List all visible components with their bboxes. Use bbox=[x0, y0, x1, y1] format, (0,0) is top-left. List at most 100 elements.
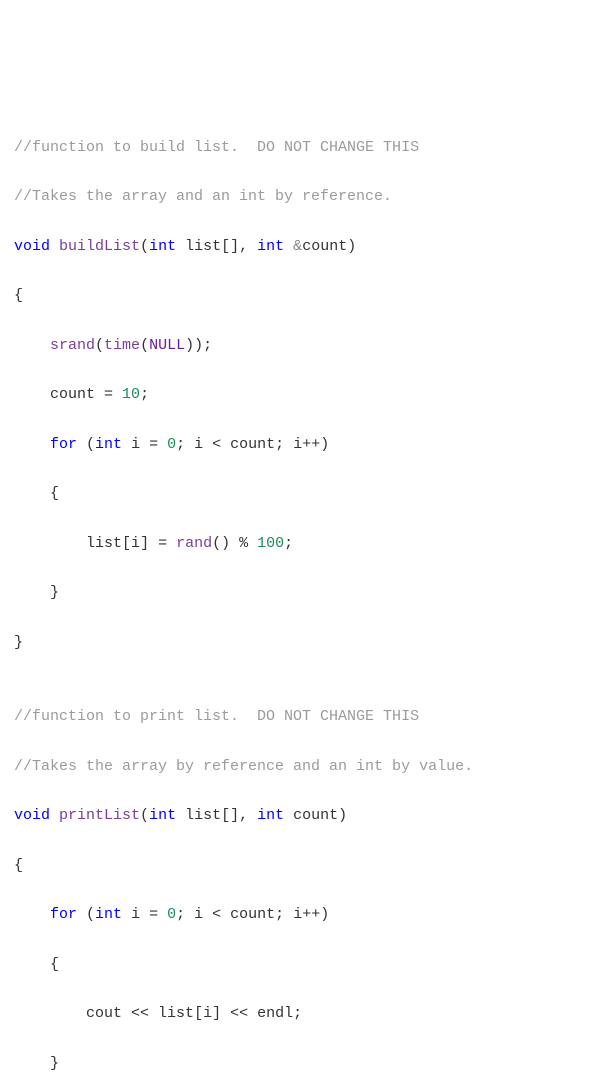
semicolon: ; bbox=[140, 386, 149, 403]
brace-open: { bbox=[50, 956, 59, 973]
keyword-for: for bbox=[50, 436, 77, 453]
semicolon: ; bbox=[203, 337, 212, 354]
number-literal: 0 bbox=[167, 436, 176, 453]
modulo: % bbox=[230, 535, 257, 552]
code-line-brace: { bbox=[14, 854, 596, 879]
increment: i++ bbox=[293, 906, 320, 923]
paren-open: ( bbox=[77, 906, 95, 923]
semicolon: ; bbox=[176, 436, 194, 453]
code-line-brace: { bbox=[14, 953, 596, 978]
paren-close: ) bbox=[347, 238, 356, 255]
indent bbox=[14, 436, 50, 453]
indent bbox=[14, 337, 50, 354]
code-line-signature: void printList(int list[], int count) bbox=[14, 804, 596, 829]
paren-close: ) bbox=[320, 906, 329, 923]
type-int: int bbox=[149, 807, 176, 824]
brace-open: { bbox=[14, 287, 23, 304]
code-line-assign: count = 10; bbox=[14, 383, 596, 408]
bracket-close: ] bbox=[212, 1005, 221, 1022]
var-i: i bbox=[122, 436, 149, 453]
type-int: int bbox=[95, 436, 122, 453]
less-than: < bbox=[212, 906, 221, 923]
brace-close: } bbox=[50, 584, 59, 601]
code-line-cout: cout << list[i] << endl; bbox=[14, 1002, 596, 1027]
brace-open: { bbox=[14, 857, 23, 874]
param-name: count bbox=[302, 238, 347, 255]
null-literal: NULL bbox=[149, 337, 185, 354]
brace-open: { bbox=[50, 485, 59, 502]
indent bbox=[14, 535, 86, 552]
identifier: count bbox=[221, 436, 275, 453]
indent bbox=[14, 1005, 86, 1022]
brackets: [] bbox=[221, 807, 239, 824]
cout: cout bbox=[86, 1005, 122, 1022]
semicolon: ; bbox=[275, 906, 293, 923]
indent bbox=[14, 584, 50, 601]
parens: () bbox=[212, 535, 230, 552]
code-line-brace: } bbox=[14, 631, 596, 656]
equals: = bbox=[149, 436, 167, 453]
brackets: [] bbox=[221, 238, 239, 255]
keyword-void: void bbox=[14, 238, 50, 255]
paren-close: ) bbox=[320, 436, 329, 453]
code-line-comment: //function to build list. DO NOT CHANGE … bbox=[14, 136, 596, 161]
param-name: count bbox=[284, 807, 338, 824]
type-int: int bbox=[95, 906, 122, 923]
bracket-close: ] bbox=[140, 535, 149, 552]
paren-open: ( bbox=[95, 337, 104, 354]
code-line-srand: srand(time(NULL)); bbox=[14, 334, 596, 359]
code-line-for: for (int i = 0; i < count; i++) bbox=[14, 433, 596, 458]
code-block: //function to build list. DO NOT CHANGE … bbox=[14, 111, 596, 1088]
code-line-signature: void buildList(int list[], int &count) bbox=[14, 235, 596, 260]
identifier: count bbox=[221, 906, 275, 923]
indent bbox=[14, 906, 50, 923]
comment-text: //function to print list. DO NOT CHANGE … bbox=[14, 708, 419, 725]
equals: = bbox=[149, 535, 176, 552]
equals: = bbox=[95, 386, 122, 403]
identifier: count bbox=[50, 386, 95, 403]
code-line-for: for (int i = 0; i < count; i++) bbox=[14, 903, 596, 928]
brace-close: } bbox=[50, 1055, 59, 1072]
increment: i++ bbox=[293, 436, 320, 453]
keyword-void: void bbox=[14, 807, 50, 824]
call-time: time bbox=[104, 337, 140, 354]
param-name: list bbox=[185, 238, 221, 255]
endl: endl bbox=[257, 1005, 293, 1022]
array-name: list bbox=[158, 1005, 194, 1022]
bracket-open: [ bbox=[194, 1005, 203, 1022]
var-i: i bbox=[122, 906, 149, 923]
paren-close: ) bbox=[338, 807, 347, 824]
paren-open: ( bbox=[140, 238, 149, 255]
type-int: int bbox=[257, 238, 284, 255]
var-i: i bbox=[194, 906, 212, 923]
type-int: int bbox=[257, 807, 284, 824]
code-line-brace: { bbox=[14, 482, 596, 507]
indent bbox=[14, 956, 50, 973]
code-line-brace: { bbox=[14, 284, 596, 309]
code-line-comment: //Takes the array and an int by referenc… bbox=[14, 185, 596, 210]
code-line-brace: } bbox=[14, 581, 596, 606]
stream-op: << bbox=[221, 1005, 257, 1022]
indent bbox=[14, 485, 50, 502]
function-name: printList bbox=[59, 807, 140, 824]
paren-open: ( bbox=[77, 436, 95, 453]
semicolon: ; bbox=[275, 436, 293, 453]
paren-close: ) bbox=[194, 337, 203, 354]
keyword-for: for bbox=[50, 906, 77, 923]
indent bbox=[14, 1055, 50, 1072]
number-literal: 100 bbox=[257, 535, 284, 552]
semicolon: ; bbox=[293, 1005, 302, 1022]
array-name: list bbox=[86, 535, 122, 552]
brace-close: } bbox=[14, 634, 23, 651]
code-line-comment: //function to print list. DO NOT CHANGE … bbox=[14, 705, 596, 730]
call-rand: rand bbox=[176, 535, 212, 552]
index: i bbox=[131, 535, 140, 552]
less-than: < bbox=[212, 436, 221, 453]
bracket-open: [ bbox=[122, 535, 131, 552]
code-line-brace: } bbox=[14, 1052, 596, 1077]
equals: = bbox=[149, 906, 167, 923]
semicolon: ; bbox=[176, 906, 194, 923]
paren-close: ) bbox=[185, 337, 194, 354]
indent bbox=[14, 386, 50, 403]
comment-text: //Takes the array and an int by referenc… bbox=[14, 188, 392, 205]
